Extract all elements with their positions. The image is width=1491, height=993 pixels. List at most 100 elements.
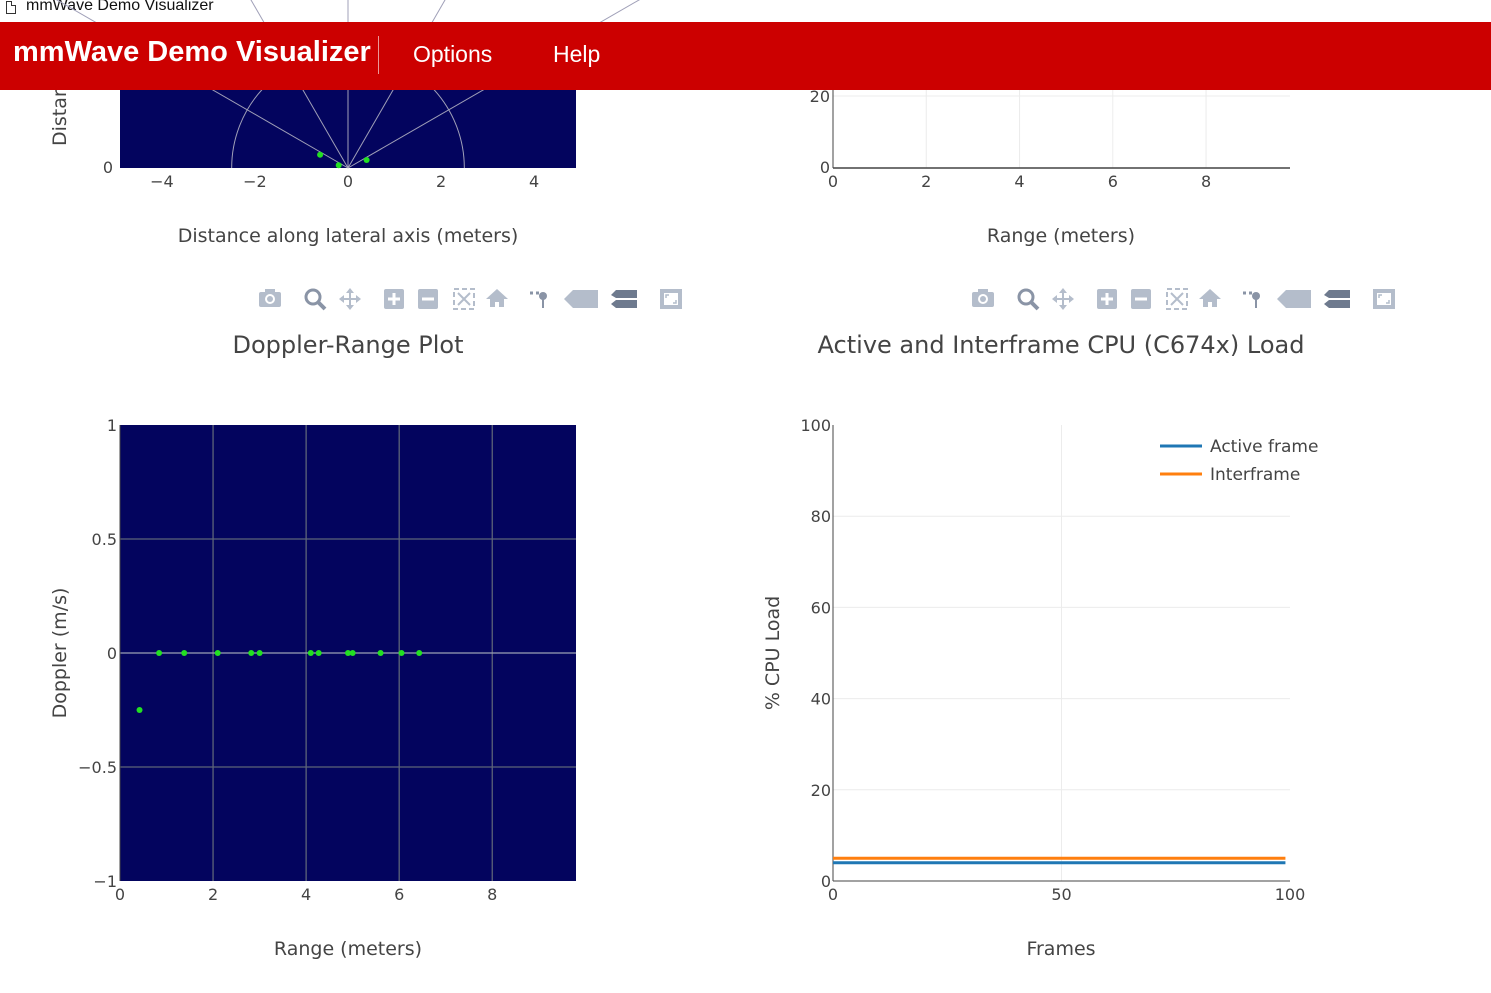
range-x-tick: 8 — [1201, 172, 1211, 191]
zoom-plus-bar — [392, 293, 396, 305]
spike-lines-icon[interactable] — [1243, 291, 1260, 308]
hover-compare-bottom — [611, 300, 637, 308]
home-icon[interactable] — [1199, 289, 1221, 307]
cpu-x-tick: 50 — [1051, 885, 1071, 904]
hover-closest-icon[interactable] — [564, 290, 598, 308]
menu-options[interactable]: Options — [413, 41, 492, 68]
hover-compare-icon[interactable] — [611, 290, 637, 308]
zoom-in-icon[interactable] — [384, 289, 404, 309]
doppler-point — [248, 650, 255, 656]
camera-lens-inner — [980, 296, 986, 302]
modebar-left — [259, 288, 682, 311]
cpu-plot-title: Active and Interframe CPU (C674x) Load — [818, 331, 1305, 359]
cpu-y-label: % CPU Load — [762, 596, 784, 710]
doppler-y-tick: 0.5 — [92, 530, 117, 549]
zoom-minus-bar — [1135, 297, 1147, 301]
plots-area: −4 −2 0 2 40Distance along lateral axis (met… — [49, 0, 1395, 960]
detected-point — [363, 157, 370, 164]
doppler-x-tick: 8 — [487, 885, 497, 904]
zoom-icon[interactable] — [1017, 288, 1040, 311]
header-divider — [378, 36, 379, 74]
scatter-y-tick: 0 — [103, 158, 113, 177]
legend-label: Interframe — [1210, 465, 1300, 485]
zoom-lens — [1017, 288, 1035, 306]
scatter-x-tick: 2 — [436, 172, 446, 191]
doppler-y-tick: 0 — [107, 644, 117, 663]
range-x-tick: 4 — [1014, 172, 1024, 191]
zoom-plus-bar — [1105, 293, 1109, 305]
hover-compare-icon[interactable] — [1324, 290, 1350, 308]
autoscale-cross — [1170, 292, 1184, 306]
fullscreen-icon[interactable] — [1373, 289, 1395, 309]
doppler-y-tick: 1 — [107, 416, 117, 435]
doppler-y-label: Doppler (m/s) — [49, 588, 71, 719]
spike-lines-icon[interactable] — [530, 291, 547, 308]
home-icon[interactable] — [486, 289, 508, 307]
cpu-y-tick: 100 — [800, 416, 831, 435]
cpu-y-tick: 20 — [811, 781, 831, 800]
scatter-x-tick: 0 — [343, 172, 353, 191]
cpu-y-tick: 60 — [811, 598, 831, 617]
pan-icon[interactable] — [1052, 288, 1074, 310]
camera-top — [978, 289, 988, 293]
hover-closest-shape — [564, 290, 598, 308]
range-x-tick: 2 — [921, 172, 931, 191]
legend-item-interframe[interactable]: Interframe — [1160, 465, 1300, 485]
doppler-point — [136, 707, 143, 713]
modebar-right — [972, 288, 1395, 311]
zoom-icon[interactable] — [304, 288, 327, 311]
cpu-x-label: Frames — [1026, 938, 1095, 960]
fullscreen-icon[interactable] — [660, 289, 682, 309]
doppler-point — [398, 650, 405, 656]
camera-top — [265, 289, 275, 293]
hover-closest-icon[interactable] — [1277, 290, 1311, 308]
app-header: mmWave Demo Visualizer Options Help — [0, 22, 1491, 90]
doppler-point — [349, 650, 356, 656]
legend-label: Active frame — [1210, 437, 1318, 457]
spike-dot — [1252, 292, 1260, 300]
cpu-x-tick: 100 — [1275, 885, 1306, 904]
doppler-point — [181, 650, 188, 656]
cpu-y-tick: 80 — [811, 507, 831, 526]
hover-closest-shape — [1277, 290, 1311, 308]
zoom-out-icon[interactable] — [1131, 289, 1151, 309]
scatter-x-tick: −4 — [150, 172, 174, 191]
scatter-y-label: Distar — [49, 89, 71, 146]
hover-compare-top — [1324, 290, 1350, 298]
app-brand[interactable]: mmWave Demo Visualizer — [13, 36, 371, 69]
doppler-point — [214, 650, 221, 656]
home-shape — [1199, 289, 1221, 307]
zoom-minus-bar — [422, 297, 434, 301]
doppler-x-tick: 2 — [208, 885, 218, 904]
scatter-x-tick: −2 — [243, 172, 267, 191]
spike-dot — [539, 292, 547, 300]
doppler-y-tick: −0.5 — [78, 758, 117, 777]
doppler-point — [315, 650, 322, 656]
camera-icon[interactable] — [259, 289, 281, 307]
doppler-point — [156, 650, 163, 656]
menu-help[interactable]: Help — [553, 41, 600, 68]
hover-compare-top — [611, 290, 637, 298]
scatter-x-label: Distance along lateral axis (meters) — [178, 225, 519, 247]
cpu-y-tick: 40 — [811, 690, 831, 709]
range-y-tick: 0 — [820, 158, 830, 177]
doppler-x-label: Range (meters) — [274, 938, 422, 960]
range-x-label: Range (meters) — [987, 225, 1135, 247]
pan-arrows — [339, 288, 361, 310]
zoom-in-icon[interactable] — [1097, 289, 1117, 309]
autoscale-icon[interactable] — [1166, 288, 1188, 310]
doppler-y-tick: −1 — [93, 872, 117, 891]
pan-icon[interactable] — [339, 288, 361, 310]
camera-icon[interactable] — [972, 289, 994, 307]
pan-arrows — [1052, 288, 1074, 310]
camera-lens-inner — [267, 296, 273, 302]
autoscale-icon[interactable] — [453, 288, 475, 310]
range-x-tick: 6 — [1108, 172, 1118, 191]
doppler-x-tick: 4 — [301, 885, 311, 904]
zoom-lens — [304, 288, 322, 306]
detected-point — [317, 151, 324, 158]
legend-item-active-frame[interactable]: Active frame — [1160, 437, 1318, 457]
scatter-x-tick: 4 — [529, 172, 539, 191]
zoom-out-icon[interactable] — [418, 289, 438, 309]
doppler-point — [307, 650, 314, 656]
